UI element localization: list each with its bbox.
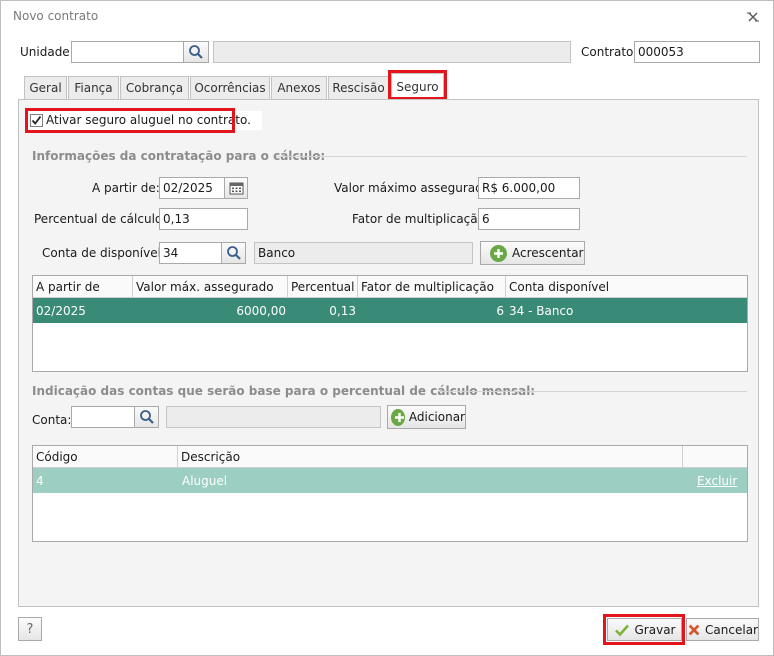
valor-max-label: Valor máximo assegurado: <box>334 181 495 195</box>
section-divider <box>439 391 747 392</box>
row-percentual: 0,13 <box>329 304 356 318</box>
section-divider <box>276 156 747 157</box>
dialog-window: Novo contrato Unidade: Contrato: 000053 … <box>0 0 774 656</box>
row-valor-max: 6000,00 <box>236 304 286 318</box>
conta-disponivel-input[interactable]: 34 <box>159 242 222 264</box>
checkmark-icon <box>614 624 629 636</box>
conta-description <box>166 406 381 428</box>
conta-disponivel-description: Banco <box>254 242 473 264</box>
conta-input[interactable] <box>71 406 135 428</box>
tab-anexos[interactable]: Anexos <box>271 76 327 99</box>
tab-seguro[interactable]: Seguro <box>391 73 444 100</box>
row-codigo: 4 <box>36 474 44 488</box>
contrato-input[interactable]: 000053 <box>634 41 760 63</box>
activate-label: Ativar seguro aluguel no contrato. <box>46 113 251 127</box>
row-fator: 6 <box>496 304 504 318</box>
checkmark-icon <box>31 115 42 125</box>
col-fator[interactable]: Fator de multiplicação <box>358 276 506 298</box>
cancelar-label: Cancelar <box>705 622 758 637</box>
activate-row[interactable]: Ativar seguro aluguel no contrato. <box>30 111 262 130</box>
percentual-input[interactable]: 0,13 <box>159 208 248 230</box>
percentual-label: Percentual de cálculo: <box>34 212 167 226</box>
row-descricao: Aluguel <box>182 474 228 488</box>
activate-checkbox[interactable] <box>30 114 43 127</box>
adicionar-label: Adicionar <box>408 410 465 424</box>
cancelar-button[interactable]: Cancelar <box>686 618 759 641</box>
col-conta-disponivel[interactable]: Conta disponível <box>506 276 747 298</box>
valor-max-input[interactable]: R$ 6.000,00 <box>478 177 580 199</box>
acrescentar-label: Acrescentar <box>512 246 584 260</box>
row-a-partir: 02/2025 <box>36 304 86 318</box>
unidade-search-button[interactable] <box>183 41 209 63</box>
col-a-partir-de[interactable]: A partir de <box>33 276 133 298</box>
table-row[interactable]: 02/2025 6000,00 0,13 6 34 - Banco <box>33 298 747 323</box>
excluir-link[interactable]: Excluir <box>697 474 737 488</box>
help-button[interactable]: ? <box>18 617 42 641</box>
unidade-label: Unidade: <box>20 45 74 59</box>
cancel-x-icon <box>688 624 700 635</box>
add-icon <box>391 408 405 426</box>
title-bar: Novo contrato <box>1 1 773 31</box>
add-icon <box>490 244 507 262</box>
window-title: Novo contrato <box>13 9 99 23</box>
tab-cobranca[interactable]: Cobrança <box>120 76 189 99</box>
seguro-table: A partir de Valor máx. assegurado Percen… <box>32 275 748 372</box>
conta-disponivel-search-button[interactable] <box>221 242 246 264</box>
close-icon[interactable] <box>745 9 761 25</box>
a-partir-label: A partir de: <box>92 181 160 195</box>
conta-label: Conta: <box>32 413 72 427</box>
search-icon <box>189 45 203 59</box>
contrato-label: Contrato: <box>581 45 638 59</box>
conta-disponivel-label: Conta de disponível: <box>42 246 165 260</box>
col-descricao[interactable]: Descrição <box>178 446 683 468</box>
table-row[interactable]: 4 Aluguel Excluir <box>33 468 747 493</box>
row-conta: 34 - Banco <box>509 304 574 318</box>
search-icon <box>226 246 241 260</box>
tab-ocorrencias[interactable]: Ocorrências <box>190 76 270 99</box>
tab-fianca[interactable]: Fiança <box>68 76 119 99</box>
fator-label: Fator de multiplicação: <box>352 212 490 226</box>
unidade-description <box>213 41 571 63</box>
tab-rescisao[interactable]: Rescisão <box>328 76 389 99</box>
gravar-label: Gravar <box>634 622 676 637</box>
col-percentual[interactable]: Percentual <box>288 276 358 298</box>
conta-search-button[interactable] <box>134 406 159 428</box>
contas-table: Código Descrição 4 Aluguel Excluir <box>32 445 748 542</box>
calendar-icon <box>229 182 243 195</box>
a-partir-input[interactable]: 02/2025 <box>159 177 225 199</box>
tab-geral[interactable]: Geral <box>24 76 67 99</box>
gravar-button[interactable]: Gravar <box>607 618 682 641</box>
col-valor-max[interactable]: Valor máx. assegurado <box>133 276 288 298</box>
acrescentar-button[interactable]: Acrescentar <box>480 241 585 265</box>
calendar-button[interactable] <box>224 177 248 199</box>
adicionar-button[interactable]: Adicionar <box>387 405 466 429</box>
fator-input[interactable]: 6 <box>478 208 580 230</box>
unidade-input[interactable] <box>71 41 184 63</box>
col-codigo[interactable]: Código <box>33 446 178 468</box>
search-icon <box>139 410 154 424</box>
col-acao <box>683 446 747 468</box>
